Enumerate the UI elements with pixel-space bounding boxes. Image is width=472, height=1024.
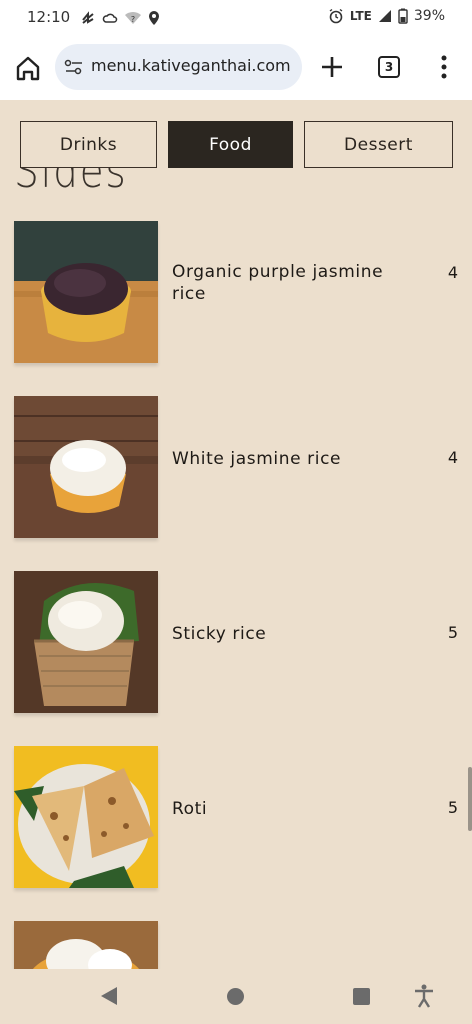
- home-icon[interactable]: [13, 53, 43, 83]
- battery-percent: 39%: [413, 8, 445, 24]
- alarm-icon: [329, 8, 343, 24]
- sticky-rice-photo: [14, 571, 158, 713]
- page-scrollbar[interactable]: [468, 767, 472, 831]
- site-settings-icon[interactable]: [64, 59, 84, 75]
- address-bar[interactable]: menu.kativeganthai.com: [55, 44, 302, 90]
- purple-rice-photo: [14, 221, 158, 363]
- svg-text:?: ?: [131, 15, 135, 24]
- status-time: 12:10: [27, 8, 71, 26]
- recents-icon[interactable]: [353, 988, 370, 1005]
- system-nav-bar: [0, 969, 472, 1024]
- network-type: LTE: [349, 9, 372, 23]
- item-name: Sticky rice: [172, 624, 267, 644]
- item-name: Organic purple jasmine rice: [172, 262, 384, 304]
- tab-switcher-icon[interactable]: 3: [378, 56, 400, 78]
- menu-item[interactable]: White jasmine rice 4: [0, 396, 472, 541]
- status-bar: 12:10 ? LTE 39%: [0, 0, 472, 36]
- home-circle-icon[interactable]: [227, 988, 244, 1005]
- item-price: 4: [447, 448, 458, 467]
- white-rice-photo: [14, 396, 158, 538]
- signal-icon: [378, 10, 391, 22]
- more-vert-icon[interactable]: [437, 54, 451, 80]
- accessibility-icon[interactable]: [414, 984, 434, 1008]
- back-icon[interactable]: [100, 986, 118, 1006]
- tab-drinks[interactable]: Drinks: [20, 121, 157, 168]
- tab-dessert[interactable]: Dessert: [304, 121, 453, 168]
- battery-icon: [398, 8, 408, 24]
- item-name: Roti: [172, 799, 208, 819]
- tab-food[interactable]: Food: [168, 121, 293, 168]
- data-saver-icon: [82, 11, 94, 24]
- menu-item[interactable]: Sticky rice 5: [0, 571, 472, 716]
- item-name: White jasmine rice: [172, 449, 342, 469]
- roti-photo: [14, 746, 158, 888]
- cloud-icon: [102, 13, 118, 23]
- browser-toolbar: menu.kativeganthai.com 3: [0, 36, 472, 100]
- status-right: LTE 39%: [328, 8, 445, 24]
- menu-item[interactable]: Organic purple jasmine rice 4: [0, 221, 472, 366]
- item-price: 4: [447, 263, 458, 282]
- new-tab-plus-icon[interactable]: [319, 54, 345, 80]
- url-text: menu.kativeganthai.com: [91, 56, 291, 75]
- wifi-question-icon: ?: [125, 11, 141, 24]
- tab-count: 3: [384, 60, 394, 74]
- item-price: 5: [447, 623, 458, 642]
- location-icon: [149, 11, 159, 25]
- status-left-icons: ?: [80, 10, 160, 26]
- menu-item[interactable]: Roti 5: [0, 746, 472, 891]
- item-price: 5: [447, 798, 458, 817]
